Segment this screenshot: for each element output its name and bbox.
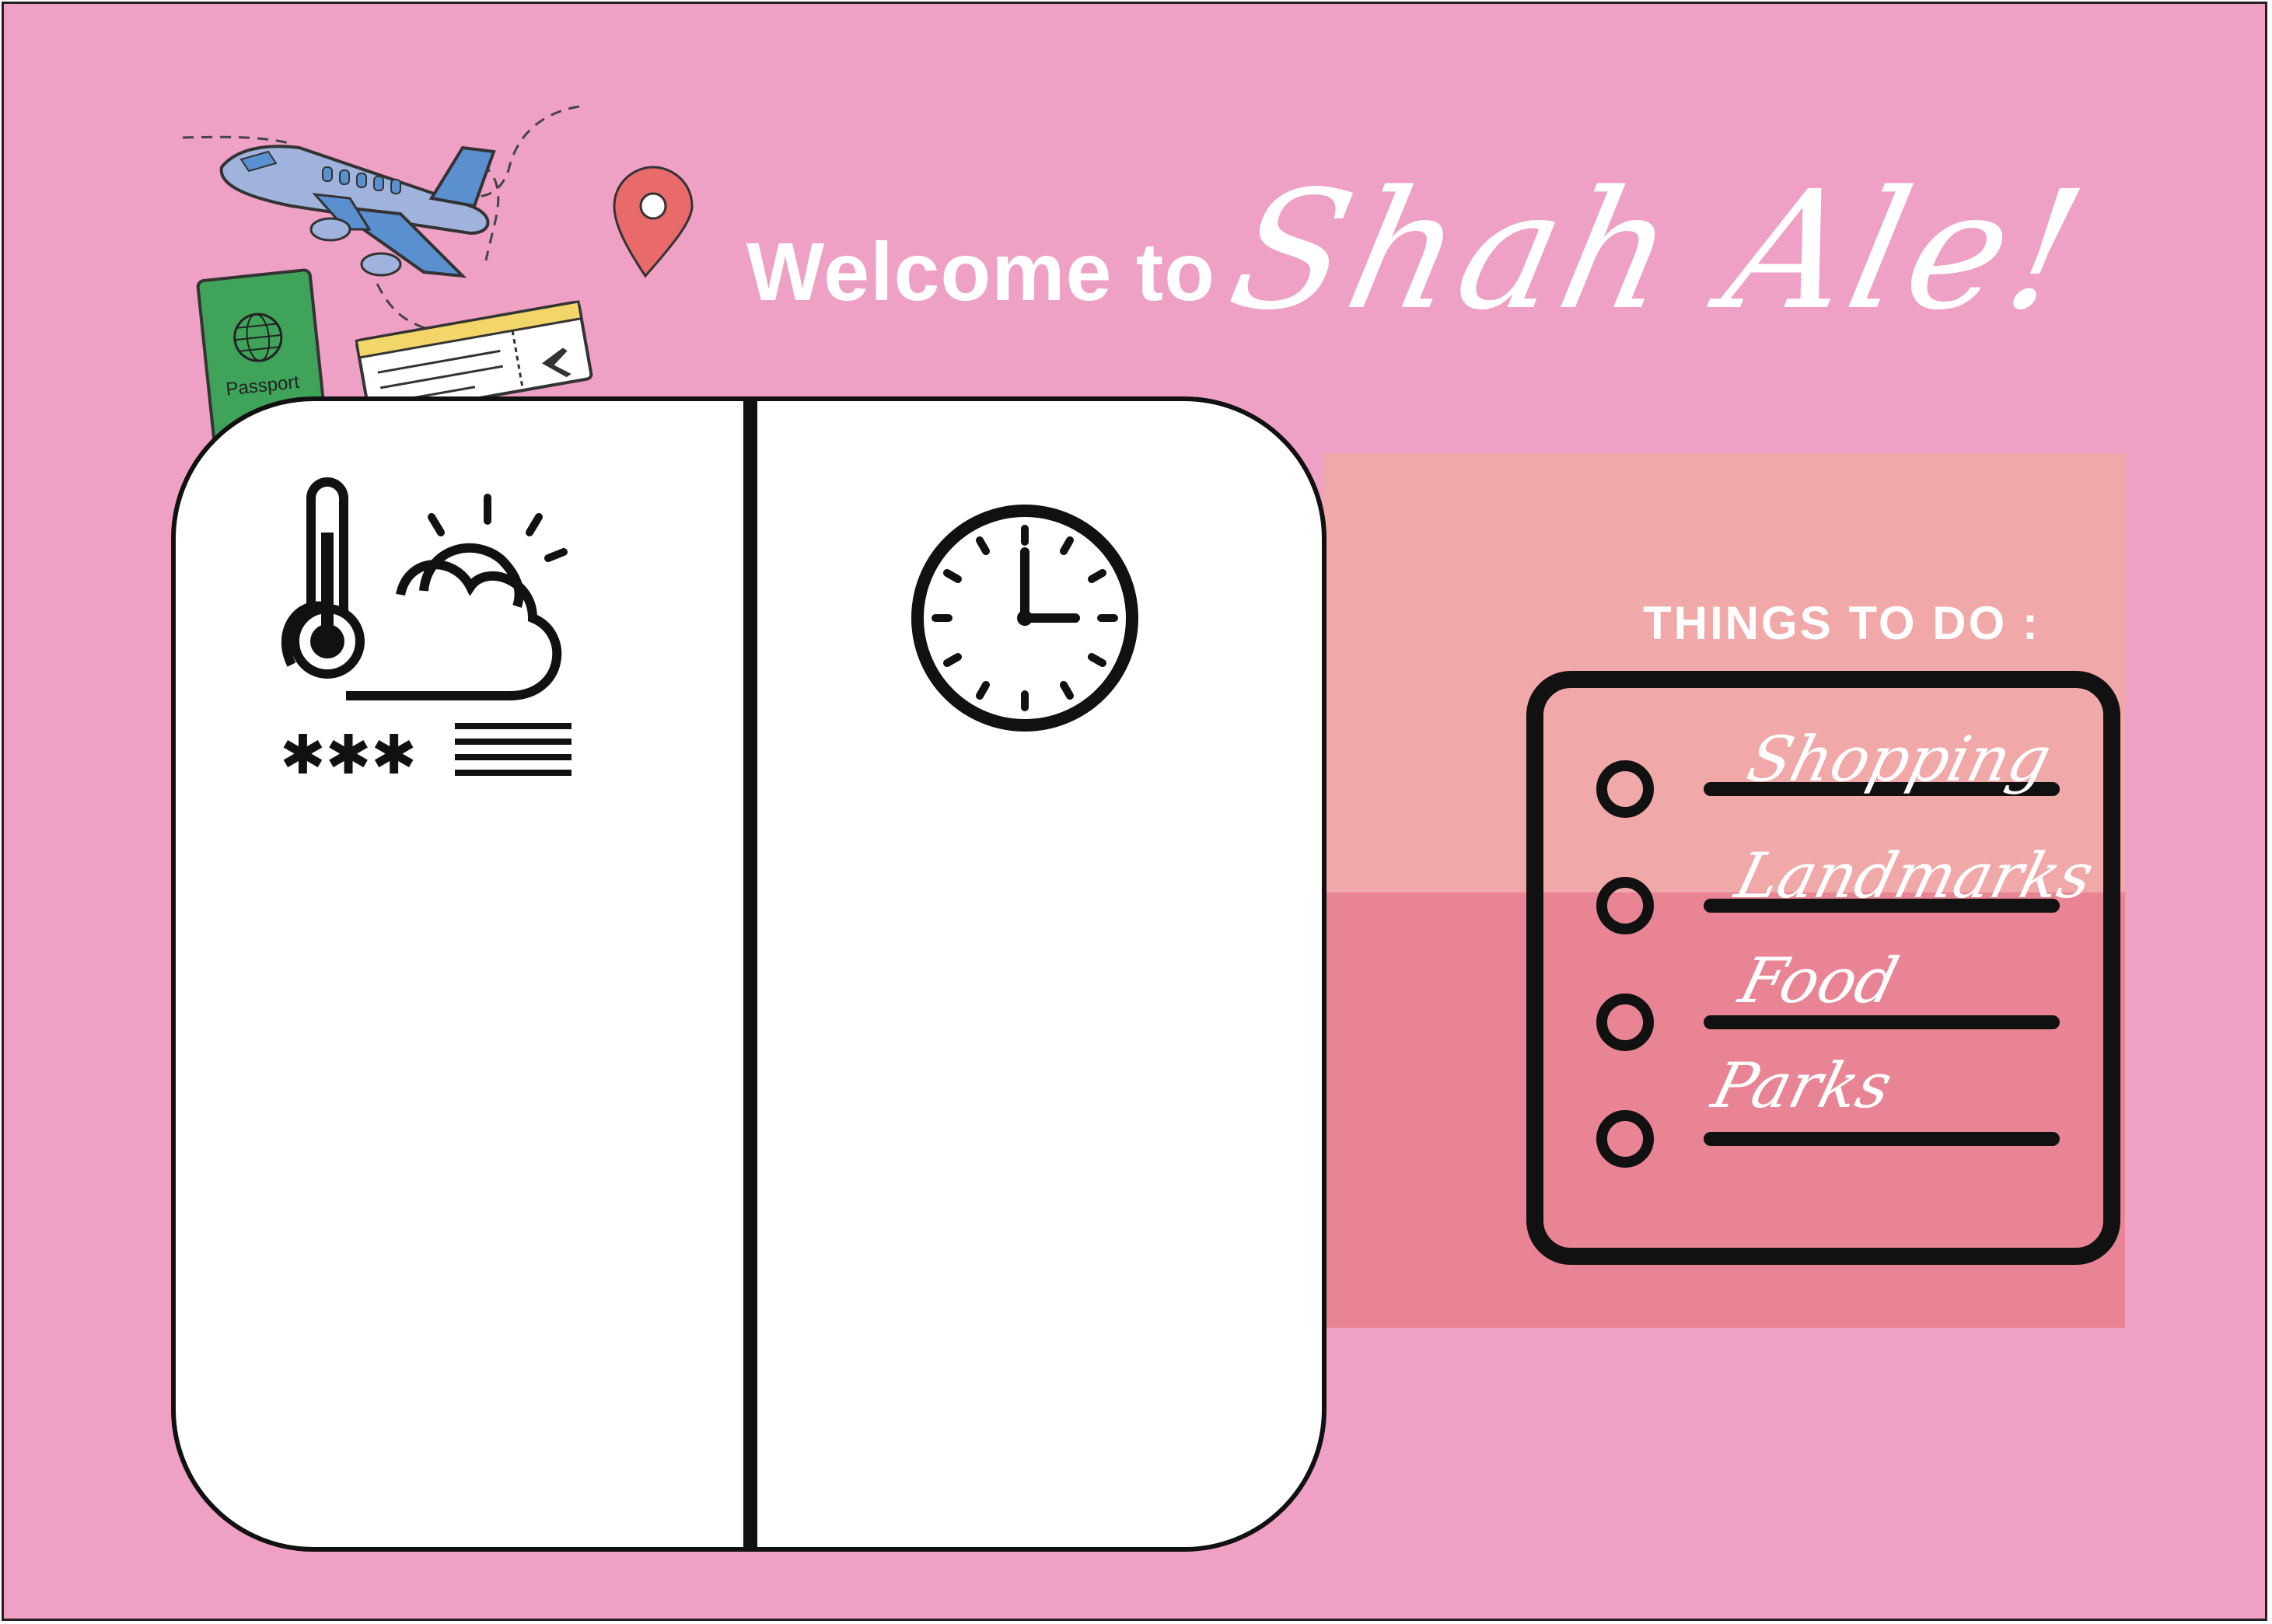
place-name: Shah Ale! — [1215, 155, 2102, 346]
location-pin-icon — [613, 166, 694, 278]
todo-bullet — [1596, 1110, 1654, 1168]
todo-item-label: Parks — [1705, 1049, 1900, 1122]
todo-bullet — [1596, 877, 1654, 934]
todo-bullet — [1596, 760, 1654, 818]
welcome-text: Welcome to — [746, 226, 1215, 318]
things-to-do-heading: THINGS TO DO : — [1643, 597, 2040, 649]
clock-icon — [911, 505, 1138, 732]
svg-text:✱✱✱: ✱✱✱ — [280, 723, 417, 787]
welcome-board: Passport Welcome to Shah Ale! THINGS TO … — [2, 2, 2267, 1621]
todo-item-label: Shopping — [1740, 723, 2058, 795]
airplane-icon — [219, 145, 496, 278]
todo-bullet — [1596, 994, 1654, 1051]
todo-item-label: Landmarks — [1728, 840, 2101, 912]
todo-item-label: Food — [1732, 945, 1906, 1017]
info-card: ✱✱✱ — [171, 396, 1326, 1552]
